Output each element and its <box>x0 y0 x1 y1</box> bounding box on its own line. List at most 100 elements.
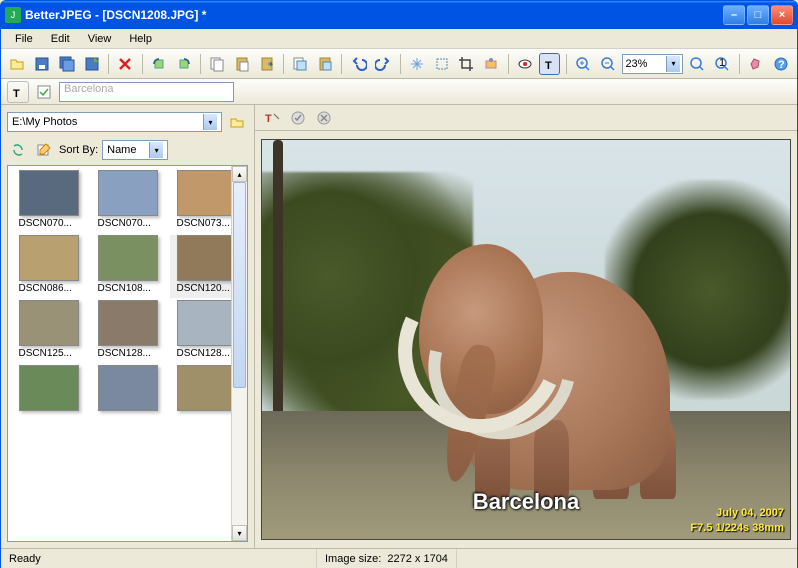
zoom-combo[interactable]: 23%▾ <box>622 54 683 74</box>
menu-edit[interactable]: Edit <box>43 31 78 47</box>
thumbs-pane: DSCN070... DSCN070... DSCN073... DSCN086...… <box>7 165 248 542</box>
pan-icon[interactable] <box>407 53 428 75</box>
scrollbar[interactable]: ▴ ▾ <box>231 166 247 541</box>
photo-date: July 04, 2007 <box>690 506 784 520</box>
zoom-out-icon[interactable] <box>598 53 619 75</box>
text-icon[interactable]: T <box>539 53 560 75</box>
path-combo[interactable]: E:\My Photos ▾ <box>7 112 222 132</box>
checkbox-icon[interactable] <box>33 81 55 103</box>
thumb-image <box>177 170 237 216</box>
close-button[interactable]: × <box>771 5 793 25</box>
maximize-button[interactable]: □ <box>747 5 769 25</box>
sort-combo[interactable]: Name ▾ <box>102 140 168 160</box>
menu-help[interactable]: Help <box>121 31 160 47</box>
copy-region-icon[interactable] <box>290 53 311 75</box>
open-icon[interactable] <box>7 53 28 75</box>
thumbnail[interactable] <box>91 365 164 417</box>
thumb-label: DSCN108... <box>98 283 158 294</box>
chevron-down-icon[interactable]: ▾ <box>149 142 163 158</box>
delete-icon[interactable] <box>115 53 136 75</box>
paste-region-icon[interactable] <box>315 53 336 75</box>
zoom-in-icon[interactable] <box>573 53 594 75</box>
svg-text:T: T <box>265 113 272 125</box>
preview-pane: T Barcelona <box>255 105 797 548</box>
thumb-image <box>19 170 79 216</box>
path-value: E:\My Photos <box>12 116 77 128</box>
text-toolbar: T Barcelona <box>1 79 797 105</box>
thumb-image <box>19 235 79 281</box>
select-icon[interactable] <box>431 53 452 75</box>
svg-text:?: ? <box>778 59 785 71</box>
help-icon[interactable]: ? <box>770 53 791 75</box>
thumb-label: DSCN086... <box>19 283 79 294</box>
photo-exif: July 04, 2007 F7.5 1/224s 38mm <box>690 506 784 535</box>
thumb-image <box>177 300 237 346</box>
redo-icon[interactable] <box>373 53 394 75</box>
svg-text:1: 1 <box>719 57 725 69</box>
content-area: E:\My Photos▾ Sort By: Name▾ DSCN070...D… <box>1 105 797 548</box>
thumbnail[interactable]: DSCN070... <box>91 170 164 233</box>
menu-file[interactable]: File <box>7 31 41 47</box>
save-all-icon[interactable] <box>56 53 77 75</box>
rename-icon[interactable] <box>33 139 55 161</box>
thumbnail[interactable]: DSCN086... <box>12 235 85 298</box>
statusbar: Ready Image size: 2272 x 1704 <box>1 548 797 568</box>
thumb-label: DSCN128... <box>177 348 237 359</box>
folder-up-icon[interactable] <box>226 111 248 133</box>
menubar: File Edit View Help <box>1 29 797 49</box>
apply-icon[interactable] <box>287 107 309 129</box>
thumb-image <box>98 365 158 411</box>
refresh-icon[interactable] <box>7 139 29 161</box>
thumb-image <box>98 170 158 216</box>
preview-toolbar: T <box>255 105 797 131</box>
caption-input[interactable]: Barcelona <box>59 82 234 102</box>
copy-icon[interactable] <box>207 53 228 75</box>
text-tool-icon[interactable]: T <box>7 81 29 103</box>
scroll-up-icon[interactable]: ▴ <box>232 166 247 182</box>
save-as-icon[interactable] <box>81 53 102 75</box>
paste-into-icon[interactable] <box>256 53 277 75</box>
thumbnail[interactable]: DSCN070... <box>12 170 85 233</box>
scroll-thumb[interactable] <box>233 182 246 388</box>
menu-view[interactable]: View <box>80 31 120 47</box>
redeye-icon[interactable] <box>515 53 536 75</box>
rotate-left-icon[interactable] <box>148 53 169 75</box>
photo-caption: Barcelona <box>473 489 579 515</box>
settings-icon[interactable] <box>745 53 766 75</box>
chevron-down-icon[interactable]: ▾ <box>203 114 217 130</box>
zoom-fit-icon[interactable] <box>687 53 708 75</box>
thumb-label: DSCN073... <box>177 218 237 229</box>
caption-text: Barcelona <box>64 83 114 95</box>
thumb-image <box>177 365 237 411</box>
status-image-size: Image size: 2272 x 1704 <box>317 549 457 568</box>
cancel-icon[interactable] <box>313 107 335 129</box>
status-ready: Ready <box>1 549 317 568</box>
thumb-label: DSCN120... <box>177 283 237 294</box>
chevron-down-icon[interactable]: ▾ <box>666 56 680 72</box>
minimize-button[interactable]: – <box>723 5 745 25</box>
crop-icon[interactable] <box>456 53 477 75</box>
sort-value: Name <box>107 144 136 156</box>
stamp-icon[interactable] <box>481 53 502 75</box>
text-settings-icon[interactable]: T <box>261 107 283 129</box>
rotate-right-icon[interactable] <box>173 53 194 75</box>
photo-preview[interactable]: Barcelona July 04, 2007 F7.5 1/224s 38mm <box>261 139 791 540</box>
thumb-label: DSCN070... <box>98 218 158 229</box>
svg-text:T: T <box>13 88 20 100</box>
thumbnail[interactable]: DSCN108... <box>91 235 164 298</box>
thumb-label: DSCN125... <box>19 348 79 359</box>
titlebar: J BetterJPEG - [DSCN1208.JPG] * – □ × <box>1 1 797 29</box>
thumbnail[interactable]: DSCN128... <box>91 300 164 363</box>
thumb-image <box>19 300 79 346</box>
scroll-track[interactable] <box>232 182 247 525</box>
thumb-image <box>98 300 158 346</box>
zoom-actual-icon[interactable]: 1 <box>712 53 733 75</box>
save-icon[interactable] <box>32 53 53 75</box>
window-title: BetterJPEG - [DSCN1208.JPG] * <box>25 8 723 22</box>
svg-text:T: T <box>545 60 552 72</box>
undo-icon[interactable] <box>348 53 369 75</box>
thumbnail[interactable] <box>12 365 85 417</box>
paste-icon[interactable] <box>232 53 253 75</box>
thumbnail[interactable]: DSCN125... <box>12 300 85 363</box>
scroll-down-icon[interactable]: ▾ <box>232 525 247 541</box>
